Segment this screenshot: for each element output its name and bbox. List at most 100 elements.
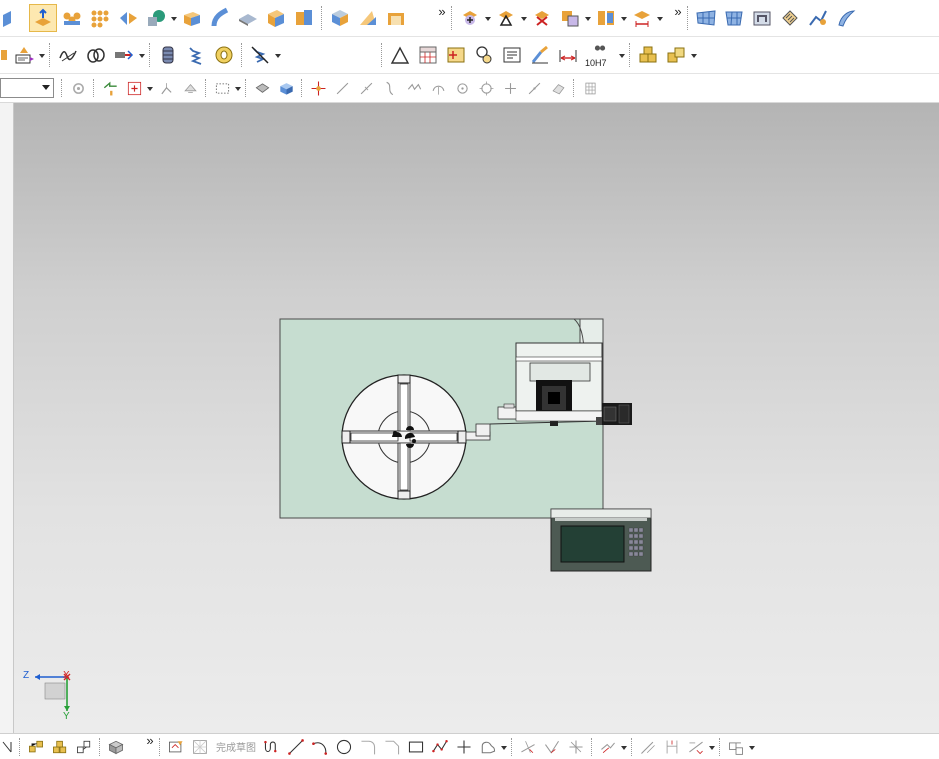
pmi-label-icon[interactable] xyxy=(11,42,37,68)
surface-mesh-icon[interactable] xyxy=(693,5,719,31)
extension-spring-icon[interactable] xyxy=(183,42,209,68)
quick-extend-icon[interactable] xyxy=(541,736,563,758)
rect-select-icon[interactable] xyxy=(211,77,233,99)
unite-icon[interactable] xyxy=(457,5,483,31)
offset-dropdown-caret[interactable] xyxy=(620,734,628,759)
delete-body-icon[interactable] xyxy=(529,5,555,31)
replace-face-icon[interactable] xyxy=(291,5,317,31)
dimension-icon[interactable] xyxy=(555,42,581,68)
hose-dropdown-caret[interactable] xyxy=(138,42,146,68)
toolbar-overflow-2[interactable]: » xyxy=(672,5,684,31)
hatched-surface-icon[interactable] xyxy=(777,5,803,31)
assembly-dropdown-caret[interactable] xyxy=(690,42,698,68)
snap-on-face-icon[interactable] xyxy=(547,77,569,99)
snap-exist-point-icon[interactable] xyxy=(499,77,521,99)
auto-constrain-icon[interactable] xyxy=(725,736,747,758)
finish-sketch-label[interactable]: 完成草图 xyxy=(216,739,256,754)
triangle-tool-icon[interactable] xyxy=(387,42,413,68)
circle-icon[interactable] xyxy=(333,736,355,758)
solid-body-icon[interactable] xyxy=(327,5,353,31)
make-corner-icon[interactable] xyxy=(565,736,587,758)
snap-point-icon[interactable] xyxy=(307,77,329,99)
line-spring-icon[interactable] xyxy=(55,42,81,68)
cylinder-spring-icon[interactable] xyxy=(155,42,181,68)
extrude-partial-icon[interactable] xyxy=(1,5,27,31)
assembly-components-icon[interactable] xyxy=(635,42,661,68)
surface-grid-icon[interactable] xyxy=(721,5,747,31)
components-icon[interactable] xyxy=(49,736,71,758)
boolean-feature-icon[interactable] xyxy=(143,5,169,31)
mirror-feature-icon[interactable] xyxy=(115,5,141,31)
offset-curve-icon[interactable] xyxy=(597,736,619,758)
split-body-dropdown-caret[interactable] xyxy=(620,5,628,31)
offset-face-icon[interactable] xyxy=(263,5,289,31)
part-list-icon[interactable] xyxy=(443,42,469,68)
snap-on-curve-icon[interactable] xyxy=(523,77,545,99)
constraint-icon[interactable] xyxy=(1,736,15,758)
constraint-dropdown-caret[interactable] xyxy=(708,734,716,759)
rectangle-icon[interactable] xyxy=(405,736,427,758)
assembly-add-icon[interactable] xyxy=(663,42,689,68)
mirror-curve-icon[interactable] xyxy=(637,736,659,758)
snap-arrow-icon[interactable] xyxy=(99,77,121,99)
surface-swoosh-icon[interactable] xyxy=(833,5,859,31)
studio-spline-icon[interactable] xyxy=(477,736,499,758)
rect-select-dropdown-caret[interactable] xyxy=(234,75,242,101)
snap-quadrant-icon[interactable] xyxy=(475,77,497,99)
extrude-icon[interactable] xyxy=(29,4,57,32)
select-curve-icon[interactable] xyxy=(155,77,177,99)
line-icon[interactable] xyxy=(285,736,307,758)
type-filter-dropdown[interactable] xyxy=(0,78,54,98)
toolbar-overflow-3[interactable]: » xyxy=(144,734,156,759)
split-body-icon[interactable] xyxy=(593,5,619,31)
draft-face-icon[interactable] xyxy=(355,5,381,31)
coil-spring-icon[interactable] xyxy=(83,42,109,68)
shell-icon[interactable] xyxy=(383,5,409,31)
subtract-dropdown-caret[interactable] xyxy=(520,5,528,31)
block-icon[interactable] xyxy=(179,5,205,31)
tolerance-fit-icon[interactable]: 10H7 xyxy=(583,42,617,68)
body-view-icon[interactable] xyxy=(105,736,127,758)
spline-dropdown-caret[interactable] xyxy=(500,734,508,759)
sketch-icon[interactable] xyxy=(165,736,187,758)
select-solid-icon[interactable] xyxy=(275,77,297,99)
spring-remove-dropdown-caret[interactable] xyxy=(274,42,282,68)
tolerance-dropdown-caret[interactable] xyxy=(618,42,626,68)
pmi-dropdown-caret[interactable] xyxy=(38,42,46,68)
toolbar-overflow-1[interactable]: » xyxy=(436,5,448,31)
graphics-viewport[interactable]: Z X Y xyxy=(14,103,939,733)
assembly-tree-icon[interactable] xyxy=(25,736,47,758)
quick-trim-icon[interactable] xyxy=(517,736,539,758)
select-face-icon[interactable] xyxy=(179,77,201,99)
face-loop-icon[interactable] xyxy=(749,5,775,31)
grid-icon[interactable] xyxy=(579,77,601,99)
snap-intersection-icon[interactable] xyxy=(403,77,425,99)
snap-midpoint-icon[interactable] xyxy=(355,77,377,99)
curve-analysis-icon[interactable] xyxy=(805,5,831,31)
spring-remove-icon[interactable] xyxy=(247,42,273,68)
select-body-icon[interactable] xyxy=(251,77,273,99)
polygon-icon[interactable] xyxy=(429,736,451,758)
pattern-array-icon[interactable] xyxy=(87,5,113,31)
arc-icon[interactable] xyxy=(309,736,331,758)
snap-circle-icon[interactable] xyxy=(451,77,473,99)
disc-spring-icon[interactable] xyxy=(211,42,237,68)
snap-control-icon[interactable] xyxy=(379,77,401,99)
pattern-feature-icon[interactable] xyxy=(59,5,85,31)
snap-endpoint-icon[interactable] xyxy=(331,77,353,99)
fillet-icon[interactable] xyxy=(357,736,379,758)
subtract-icon[interactable] xyxy=(493,5,519,31)
table-icon[interactable] xyxy=(415,42,441,68)
auto-constrain-dropdown-caret[interactable] xyxy=(748,734,756,759)
resource-bar-edge[interactable] xyxy=(0,103,14,733)
balloon-icon[interactable] xyxy=(471,42,497,68)
measure-body-icon[interactable] xyxy=(629,5,655,31)
unite-dropdown-caret[interactable] xyxy=(484,5,492,31)
dimension-rapid-icon[interactable] xyxy=(661,736,683,758)
profile-icon[interactable] xyxy=(261,736,283,758)
chamfer-icon[interactable] xyxy=(381,736,403,758)
link-icon[interactable] xyxy=(73,736,95,758)
select-box-icon[interactable] xyxy=(123,77,145,99)
point-icon[interactable] xyxy=(453,736,475,758)
select-dropdown-caret[interactable] xyxy=(146,75,154,101)
